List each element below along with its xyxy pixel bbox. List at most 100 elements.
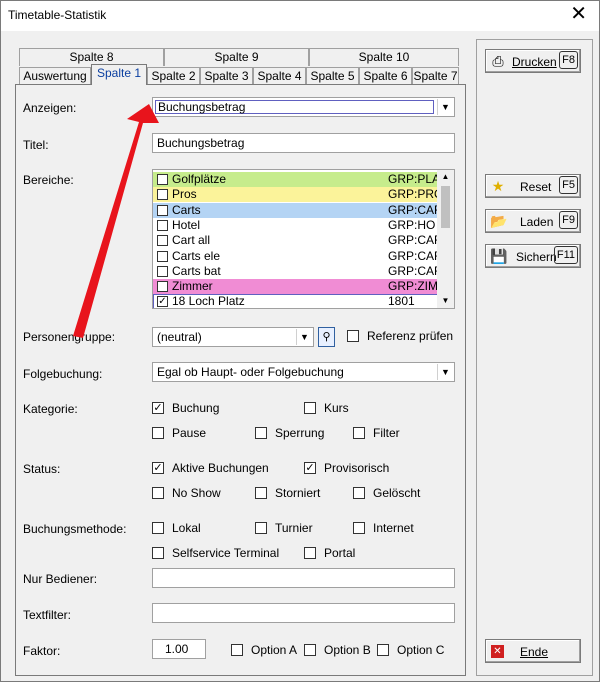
button-label: Sichern	[516, 250, 557, 264]
window-title: Timetable-Statistik	[8, 8, 107, 22]
anzeigen-dropdown[interactable]: Buchungsbetrag ▼	[152, 97, 455, 117]
tab-label: Spalte 1	[96, 66, 142, 80]
checkbox-box	[255, 427, 267, 439]
titel-label: Titel:	[23, 138, 49, 152]
checkbox-box[interactable]	[157, 265, 168, 277]
titel-input[interactable]: Buchungsbetrag	[152, 133, 455, 153]
listbox-scrollbar[interactable]: ▲ ▼	[437, 170, 454, 308]
checkbox-box[interactable]	[157, 235, 168, 247]
anzeigen-value: Buchungsbetrag	[158, 100, 246, 114]
tab-label: Spalte 6	[363, 69, 408, 83]
sichern-button[interactable]: 💾 Sichern F11	[485, 244, 581, 268]
tab-spalte-7[interactable]: Spalte 7	[412, 67, 459, 85]
tab-label: Spalte 8	[69, 50, 114, 64]
checkbox-box	[152, 522, 164, 534]
faktor-value: 1.00	[165, 642, 189, 656]
checkbox-box	[255, 522, 267, 534]
nur-bediener-input[interactable]	[152, 568, 455, 588]
tab-spalte-5[interactable]: Spalte 5	[306, 67, 359, 85]
shortcut-key: F9	[559, 211, 578, 229]
checkbox-box[interactable]	[157, 219, 168, 231]
checkbox-box[interactable]: ✓	[157, 296, 168, 308]
checkbox-box: ✓	[152, 402, 164, 414]
bereiche-list-item[interactable]: Cart all GRP:CAR	[153, 233, 438, 249]
ende-button[interactable]: ✕ Ende	[485, 639, 581, 663]
anzeigen-label: Anzeigen:	[23, 101, 77, 115]
drucken-button[interactable]: ⎙ Drucken F8	[485, 49, 581, 73]
tab-spalte-3[interactable]: Spalte 3	[200, 67, 253, 85]
bereiche-list-item[interactable]: Pros GRP:PRO	[153, 187, 438, 203]
button-label: Drucken	[512, 55, 557, 69]
chevron-down-icon[interactable]: ▼	[437, 364, 453, 380]
close-icon[interactable]: ✕	[570, 4, 587, 24]
bereich-name: Hotel	[172, 217, 201, 232]
checkbox-label: Provisorisch	[324, 461, 390, 475]
laden-button[interactable]: 📂 Laden F9	[485, 209, 581, 233]
bereiche-list-item[interactable]: Golfplätze GRP:PLA	[153, 172, 438, 187]
tab-spalte-2[interactable]: Spalte 2	[147, 67, 200, 85]
textfilter-input[interactable]	[152, 603, 455, 623]
tab-label: Auswertung	[23, 69, 87, 83]
titel-value: Buchungsbetrag	[157, 136, 245, 150]
search-icon[interactable]: ⚲	[318, 327, 335, 347]
checkbox-label: Buchung	[172, 401, 220, 415]
checkbox-label: Option A	[251, 643, 298, 657]
textfilter-label: Textfilter:	[23, 608, 72, 622]
folder-open-icon: 📂	[490, 213, 508, 229]
bereiche-list-item[interactable]: Carts ele GRP:CAR	[153, 248, 438, 264]
bereich-code: GRP:HO	[388, 217, 436, 232]
bereich-name: Zimmer	[172, 279, 213, 294]
checkbox-box	[353, 427, 365, 439]
bereiche-list-item[interactable]: ✓ 18 Loch Platz 1801	[153, 294, 438, 308]
tab-spalte-6[interactable]: Spalte 6	[359, 67, 412, 85]
checkbox-box	[255, 487, 267, 499]
chevron-down-icon[interactable]: ▼	[296, 329, 312, 345]
checkbox-box	[377, 644, 389, 656]
bereiche-list-item[interactable]: Hotel GRP:HO	[153, 217, 438, 233]
checkbox-box[interactable]	[157, 204, 168, 216]
checkbox-label: Selfservice Terminal	[172, 546, 280, 560]
button-label: Ende	[520, 645, 549, 659]
tab-spalte-1[interactable]: Spalte 1	[91, 64, 147, 85]
faktor-label: Faktor:	[23, 644, 61, 658]
personengruppe-dropdown[interactable]: (neutral) ▼	[152, 327, 314, 347]
bereich-code: GRP:CAR	[388, 202, 438, 217]
bereiche-list-item[interactable]: Carts GRP:CAR	[153, 202, 438, 218]
bereiche-list-item[interactable]: Zimmer GRP:ZIM	[153, 279, 438, 295]
checkbox-box[interactable]	[157, 189, 168, 201]
scroll-thumb[interactable]	[441, 186, 450, 228]
faktor-input[interactable]: 1.00	[152, 639, 206, 659]
bereiche-label: Bereiche:	[23, 173, 74, 187]
tab-label: Spalte 4	[257, 69, 302, 83]
personengruppe-label: Personengruppe:	[23, 330, 116, 344]
folgebuchung-value: Egal ob Haupt- oder Folgebuchung	[157, 365, 344, 379]
red-x-icon: ✕	[491, 645, 504, 658]
tab-auswertung[interactable]: Auswertung	[19, 67, 91, 85]
bereich-name: Carts bat	[172, 263, 221, 278]
tab-spalte-10[interactable]: Spalte 10	[309, 48, 459, 66]
button-label: Reset	[520, 180, 552, 194]
shortcut-key: F5	[559, 176, 578, 194]
checkbox-box	[231, 644, 243, 656]
folgebuchung-dropdown[interactable]: Egal ob Haupt- oder Folgebuchung ▼	[152, 362, 455, 382]
checkbox-box	[353, 487, 365, 499]
scroll-down-icon[interactable]: ▼	[437, 294, 454, 308]
nur-bediener-label: Nur Bediener:	[23, 572, 98, 586]
tab-spalte-9[interactable]: Spalte 9	[164, 48, 309, 66]
checkbox-label: Internet	[373, 521, 414, 535]
tab-spalte-4[interactable]: Spalte 4	[253, 67, 306, 85]
bereich-code: GRP:PRO	[388, 187, 438, 202]
tab-label: Spalte 10	[358, 50, 410, 64]
tab-label: Spalte 5	[310, 69, 355, 83]
checkbox-box[interactable]	[157, 250, 168, 262]
checkbox-box[interactable]	[157, 174, 168, 185]
chevron-down-icon[interactable]: ▼	[437, 99, 453, 115]
scroll-up-icon[interactable]: ▲	[437, 170, 454, 184]
reset-button[interactable]: ★ Reset F5	[485, 174, 581, 198]
bereiche-listbox[interactable]: Golfplätze GRP:PLA Pros GRP:PRO Carts GRP:CAR…	[152, 169, 455, 309]
checkbox-box[interactable]	[157, 281, 168, 293]
bereich-name: Carts ele	[172, 248, 221, 263]
bereiche-list-item[interactable]: Carts bat GRP:CAR	[153, 263, 438, 279]
checkbox-box	[353, 522, 365, 534]
checkbox-box	[152, 547, 164, 559]
